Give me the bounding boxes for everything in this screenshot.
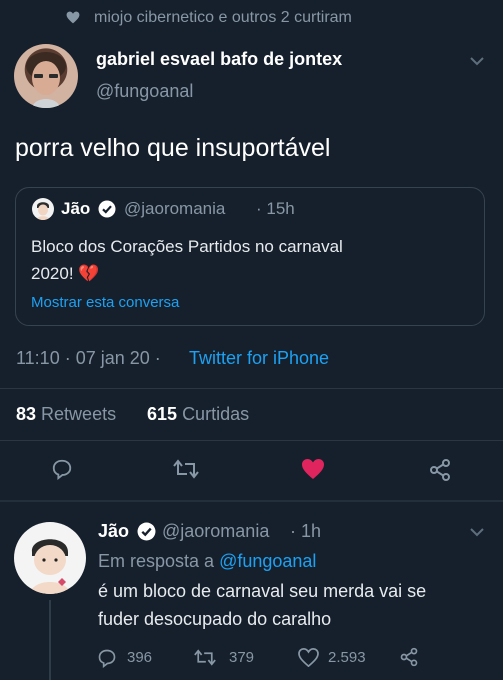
quote-time: · 15h: [256, 199, 295, 218]
reply-retweets-count: 379: [229, 649, 255, 666]
reply-text-line-1: é um bloco de carnaval seu merda vai se: [98, 581, 427, 601]
reply-icon[interactable]: [51, 458, 73, 480]
divider: [0, 440, 503, 441]
social-context-text: miojo cibernetico e outros 2 curtiram: [94, 9, 352, 26]
likes-count: 615: [147, 404, 178, 424]
in-reply-prefix: Em resposta a: [98, 551, 215, 571]
share-icon[interactable]: [399, 647, 419, 667]
reply-text-line-2: fuder desocupado do caralho: [98, 609, 332, 629]
quote-author-name: Jão: [61, 199, 91, 218]
reply-icon[interactable]: [97, 648, 117, 668]
quote-text-line-2: 2020! 💔: [31, 264, 100, 283]
retweet-icon[interactable]: [194, 648, 216, 667]
show-thread-link[interactable]: Mostrar esta conversa: [31, 294, 179, 311]
in-reply-handle[interactable]: @fungoanal: [219, 551, 316, 571]
heart-icon[interactable]: [298, 648, 319, 667]
likes-stat[interactable]: 615 Curtidas: [147, 404, 249, 425]
reply-likes-count: 2.593: [328, 649, 366, 666]
retweets-count: 83: [16, 404, 37, 424]
liked-heart-icon[interactable]: [301, 458, 325, 480]
tweet-source-link[interactable]: Twitter for iPhone: [189, 348, 329, 369]
retweets-stat[interactable]: 83 Retweets: [16, 404, 116, 425]
tweet-timestamp[interactable]: 11:10 · 07 jan 20 ·: [16, 348, 161, 369]
author-name[interactable]: gabriel esvael bafo de jontex: [96, 49, 342, 70]
thread-line: [49, 600, 51, 680]
retweets-label: Retweets: [41, 404, 117, 424]
quote-avatar: [32, 198, 54, 220]
likes-label: Curtidas: [182, 404, 250, 424]
retweet-icon[interactable]: [173, 458, 199, 480]
avatar[interactable]: [14, 44, 78, 108]
reply-avatar[interactable]: [14, 522, 86, 594]
in-reply-to: Em resposta a @fungoanal: [98, 551, 316, 572]
reply-replies-count: 396: [127, 649, 153, 666]
tweet-text: porra velho que insuportável: [15, 134, 331, 162]
verified-badge-icon: [98, 200, 116, 218]
chevron-down-icon[interactable]: [470, 57, 484, 66]
reply-author-name[interactable]: Jão: [98, 521, 129, 542]
reply-time: · 1h: [290, 521, 322, 541]
verified-badge-icon: [137, 522, 156, 541]
heart-icon: [66, 11, 80, 24]
divider: [0, 500, 503, 502]
quote-author-handle: @jaoromania: [124, 199, 226, 218]
share-icon[interactable]: [428, 458, 452, 482]
reply-author-handle[interactable]: @jaoromania: [162, 521, 269, 542]
divider: [0, 388, 503, 389]
author-handle[interactable]: @fungoanal: [96, 81, 193, 102]
chevron-down-icon[interactable]: [470, 528, 484, 537]
quote-text-line-1: Bloco dos Corações Partidos no carnaval: [31, 237, 343, 256]
